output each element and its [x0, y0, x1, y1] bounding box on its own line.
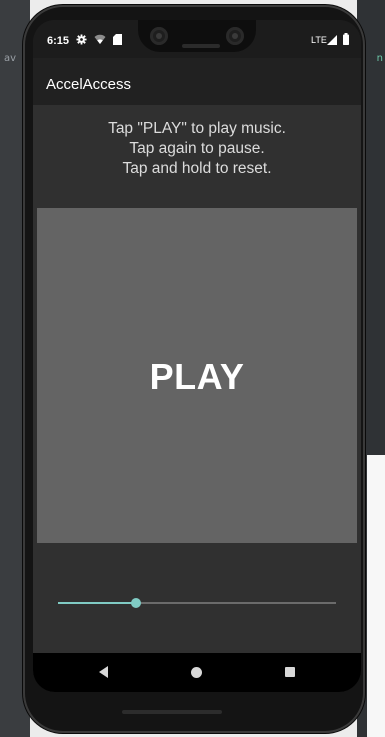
- status-bar: 6:15 LTE: [33, 20, 361, 58]
- background-right-text: n: [376, 53, 383, 64]
- slider-track-fill: [58, 602, 136, 604]
- play-button-label: PLAY: [149, 356, 245, 397]
- sd-card-icon: [113, 34, 122, 45]
- network-type: LTE: [311, 35, 327, 45]
- instructions-text: Tap "PLAY" to play music. Tap again to p…: [33, 119, 361, 179]
- wifi-icon: [94, 34, 106, 44]
- instruction-line: Tap again to pause.: [129, 140, 265, 157]
- signal-icon: [327, 35, 337, 45]
- gear-icon: [76, 34, 87, 45]
- back-button[interactable]: [73, 653, 133, 692]
- instruction-line: Tap and hold to reset.: [122, 160, 272, 177]
- background-panel: [367, 455, 385, 737]
- play-button[interactable]: PLAY: [37, 208, 357, 543]
- progress-slider[interactable]: [58, 593, 336, 613]
- main-content: Tap "PLAY" to play music. Tap again to p…: [33, 105, 361, 653]
- app-bar: AccelAccess: [33, 58, 361, 105]
- phone-chin-bar: [122, 710, 222, 714]
- front-camera-left: [150, 27, 168, 45]
- app-title: AccelAccess: [46, 76, 132, 93]
- home-button[interactable]: [167, 653, 227, 692]
- recents-button[interactable]: [260, 653, 320, 692]
- slider-thumb[interactable]: [130, 598, 141, 608]
- navigation-bar: [33, 653, 361, 692]
- phone-screen: 6:15 LTE AccelAccess Tap "PLAY" to play …: [33, 20, 361, 692]
- earpiece-speaker: [182, 44, 220, 48]
- home-icon: [191, 667, 202, 678]
- instruction-line: Tap "PLAY" to play music.: [108, 120, 286, 137]
- recents-icon: [285, 667, 295, 677]
- camera-notch: [138, 20, 256, 52]
- battery-icon: [343, 33, 349, 45]
- background-left-text: av: [4, 53, 17, 64]
- front-camera-right: [226, 27, 244, 45]
- back-icon: [99, 666, 108, 678]
- status-time: 6:15: [47, 35, 70, 47]
